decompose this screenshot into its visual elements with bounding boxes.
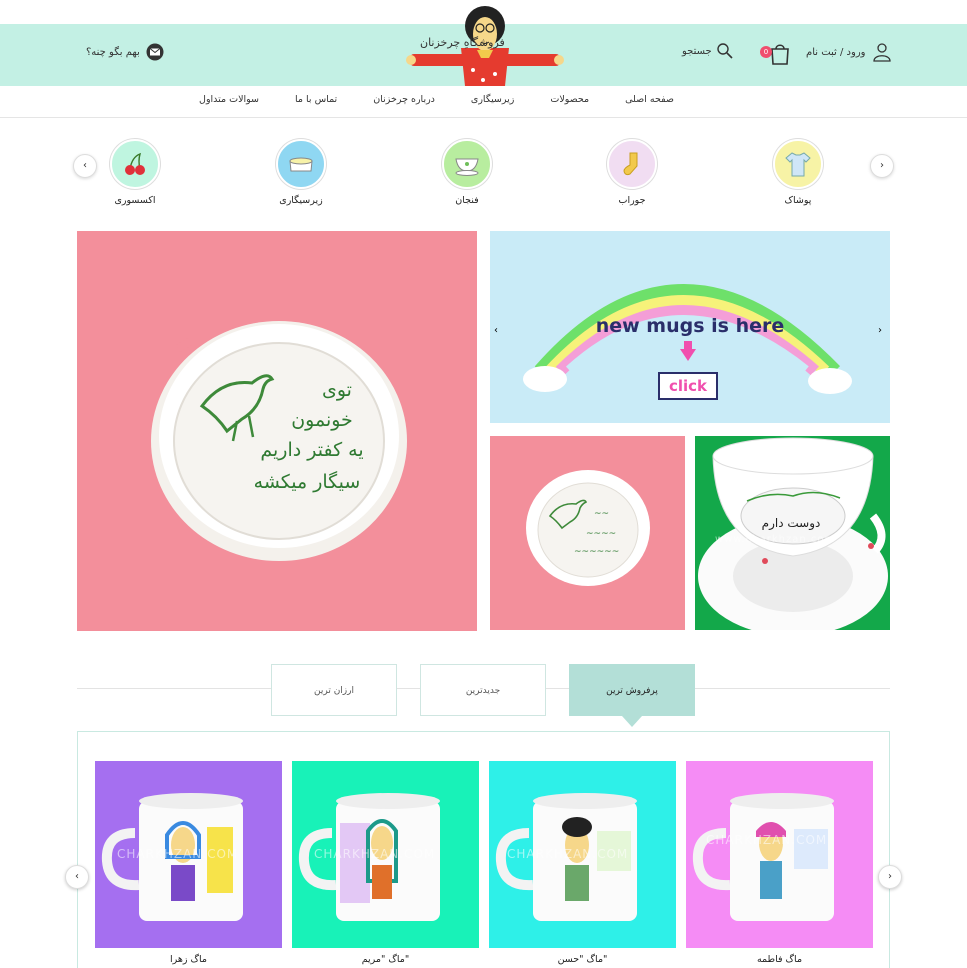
product-image[interactable]: CHARKHZAN.COM [95,761,282,948]
product-name[interactable]: ماگ "مریم" [292,954,479,965]
ashtray-text-3: یه کفتر داریم [260,439,364,461]
logo-text: فروشگاهِ چرخزنان [420,36,505,49]
banner-ashtray-large[interactable]: توی خونمون یه کفتر داریم سیگار میکشه [77,231,477,631]
banner-ashtray-small[interactable]: ~~ ~~~~ ~~~~~~ [490,436,685,630]
products-next-button[interactable]: › [878,865,902,889]
ashtray-text-1: توی [322,379,352,401]
product-card[interactable]: CHARKHZAN.COM ماگ زهرا [95,761,282,965]
category-accessories[interactable]: اکسسوری [95,139,175,206]
category-clothing[interactable]: پوشاک [758,139,838,206]
product-name[interactable]: ماگ "حسن" [489,954,676,965]
shirt-icon [773,139,823,189]
category-label: پوشاک [784,195,812,206]
mug-illustration [692,793,834,921]
svg-text:~~~~: ~~~~ [586,529,616,539]
nav-item-home[interactable]: صفحه اصلی [607,94,674,105]
cup-watermark: www.charkhzan.com [715,534,836,545]
contact-label: بهم بگو چنه؟ [86,46,140,58]
cart-button[interactable]: 0 [757,41,793,67]
cup-illustration [698,437,888,630]
nav-item-about[interactable]: درباره چرخزنان [355,94,453,105]
sock-icon [607,139,657,189]
slider-prev-arrow[interactable]: ‹ [494,325,498,336]
login-link[interactable]: ورود / ثبت نام [806,42,892,62]
cup-icon [442,139,492,189]
product-name[interactable]: ماگ زهرا [95,954,282,965]
product-image[interactable]: CHARKHZAN.COM [489,761,676,948]
slider-next-arrow[interactable]: › [878,325,882,336]
search-link[interactable]: جستجو [682,42,734,60]
cart-count-badge: 0 [760,46,772,58]
nav-item-contact[interactable]: تماس با ما [277,94,355,105]
svg-text:~~: ~~ [594,509,609,519]
category-label: اکسسوری [114,195,156,206]
ashtray-text-4: سیگار میکشه [253,471,361,493]
category-label: جوراب [618,195,646,206]
product-card[interactable]: CHARKHZAN.COM ماگ "مریم" [292,761,479,965]
login-label: ورود / ثبت نام [806,46,866,58]
mail-icon [146,43,164,61]
search-label: جستجو [682,45,712,57]
cherry-icon [110,139,160,189]
ashtray-illustration [151,321,407,561]
search-icon [717,43,733,59]
products-prev-button[interactable]: ‹ [65,865,89,889]
product-watermark: CHARKHZAN.COM [507,847,629,861]
slider-click-button[interactable]: click [658,372,718,400]
nav-item-products[interactable]: محصولات [532,94,607,105]
category-prev-button[interactable]: ‹ [73,154,97,178]
active-tab-pointer [622,716,642,727]
product-card[interactable]: CHARKHZAN.COM ماگ فاطمه [686,761,873,965]
tab-cheapest[interactable]: ارزان ترین [271,664,397,716]
product-watermark: CHARKHZAN.COM [314,847,436,861]
tab-bestsellers[interactable]: پرفروش ترین [569,664,695,716]
contact-link[interactable]: بهم بگو چنه؟ [86,43,164,61]
category-label: زیرسیگاری [279,195,323,206]
category-label: فنجان [455,195,479,206]
banner-cup[interactable]: دوست دارم www.charkhzan.com [695,436,890,630]
banner-slider[interactable]: new mugs is here click ‹ › [490,231,890,423]
category-socks[interactable]: جوراب [592,139,672,206]
tab-newest[interactable]: جدیدترین [420,664,546,716]
product-name[interactable]: ماگ فاطمه [686,954,873,965]
product-image[interactable]: CHARKHZAN.COM [686,761,873,948]
category-next-button[interactable]: › [870,154,894,178]
ashtray-text-2: خونمون [291,409,353,431]
product-watermark: CHARKHZAN.COM [706,833,828,847]
category-ashtray[interactable]: زیرسیگاری [261,139,341,206]
slider-headline: new mugs is here [595,315,785,337]
user-icon [872,43,891,62]
small-ashtray-illustration: ~~ ~~~~ ~~~~~~ [526,470,650,586]
main-nav: صفحه اصلی محصولات زیرسیگاری درباره چرخزن… [0,86,967,118]
product-card[interactable]: CHARKHZAN.COM ماگ "حسن" [489,761,676,965]
ashtray-icon [276,139,326,189]
product-watermark: CHARKHZAN.COM [117,847,239,861]
cup-text: دوست دارم [761,516,821,530]
svg-text:~~~~~~: ~~~~~~ [574,547,619,557]
nav-item-faq[interactable]: سوالات متداول [181,94,277,105]
product-image[interactable]: CHARKHZAN.COM [292,761,479,948]
nav-item-ashtray[interactable]: زیرسیگاری [453,94,532,105]
category-cups[interactable]: فنجان [427,139,507,206]
